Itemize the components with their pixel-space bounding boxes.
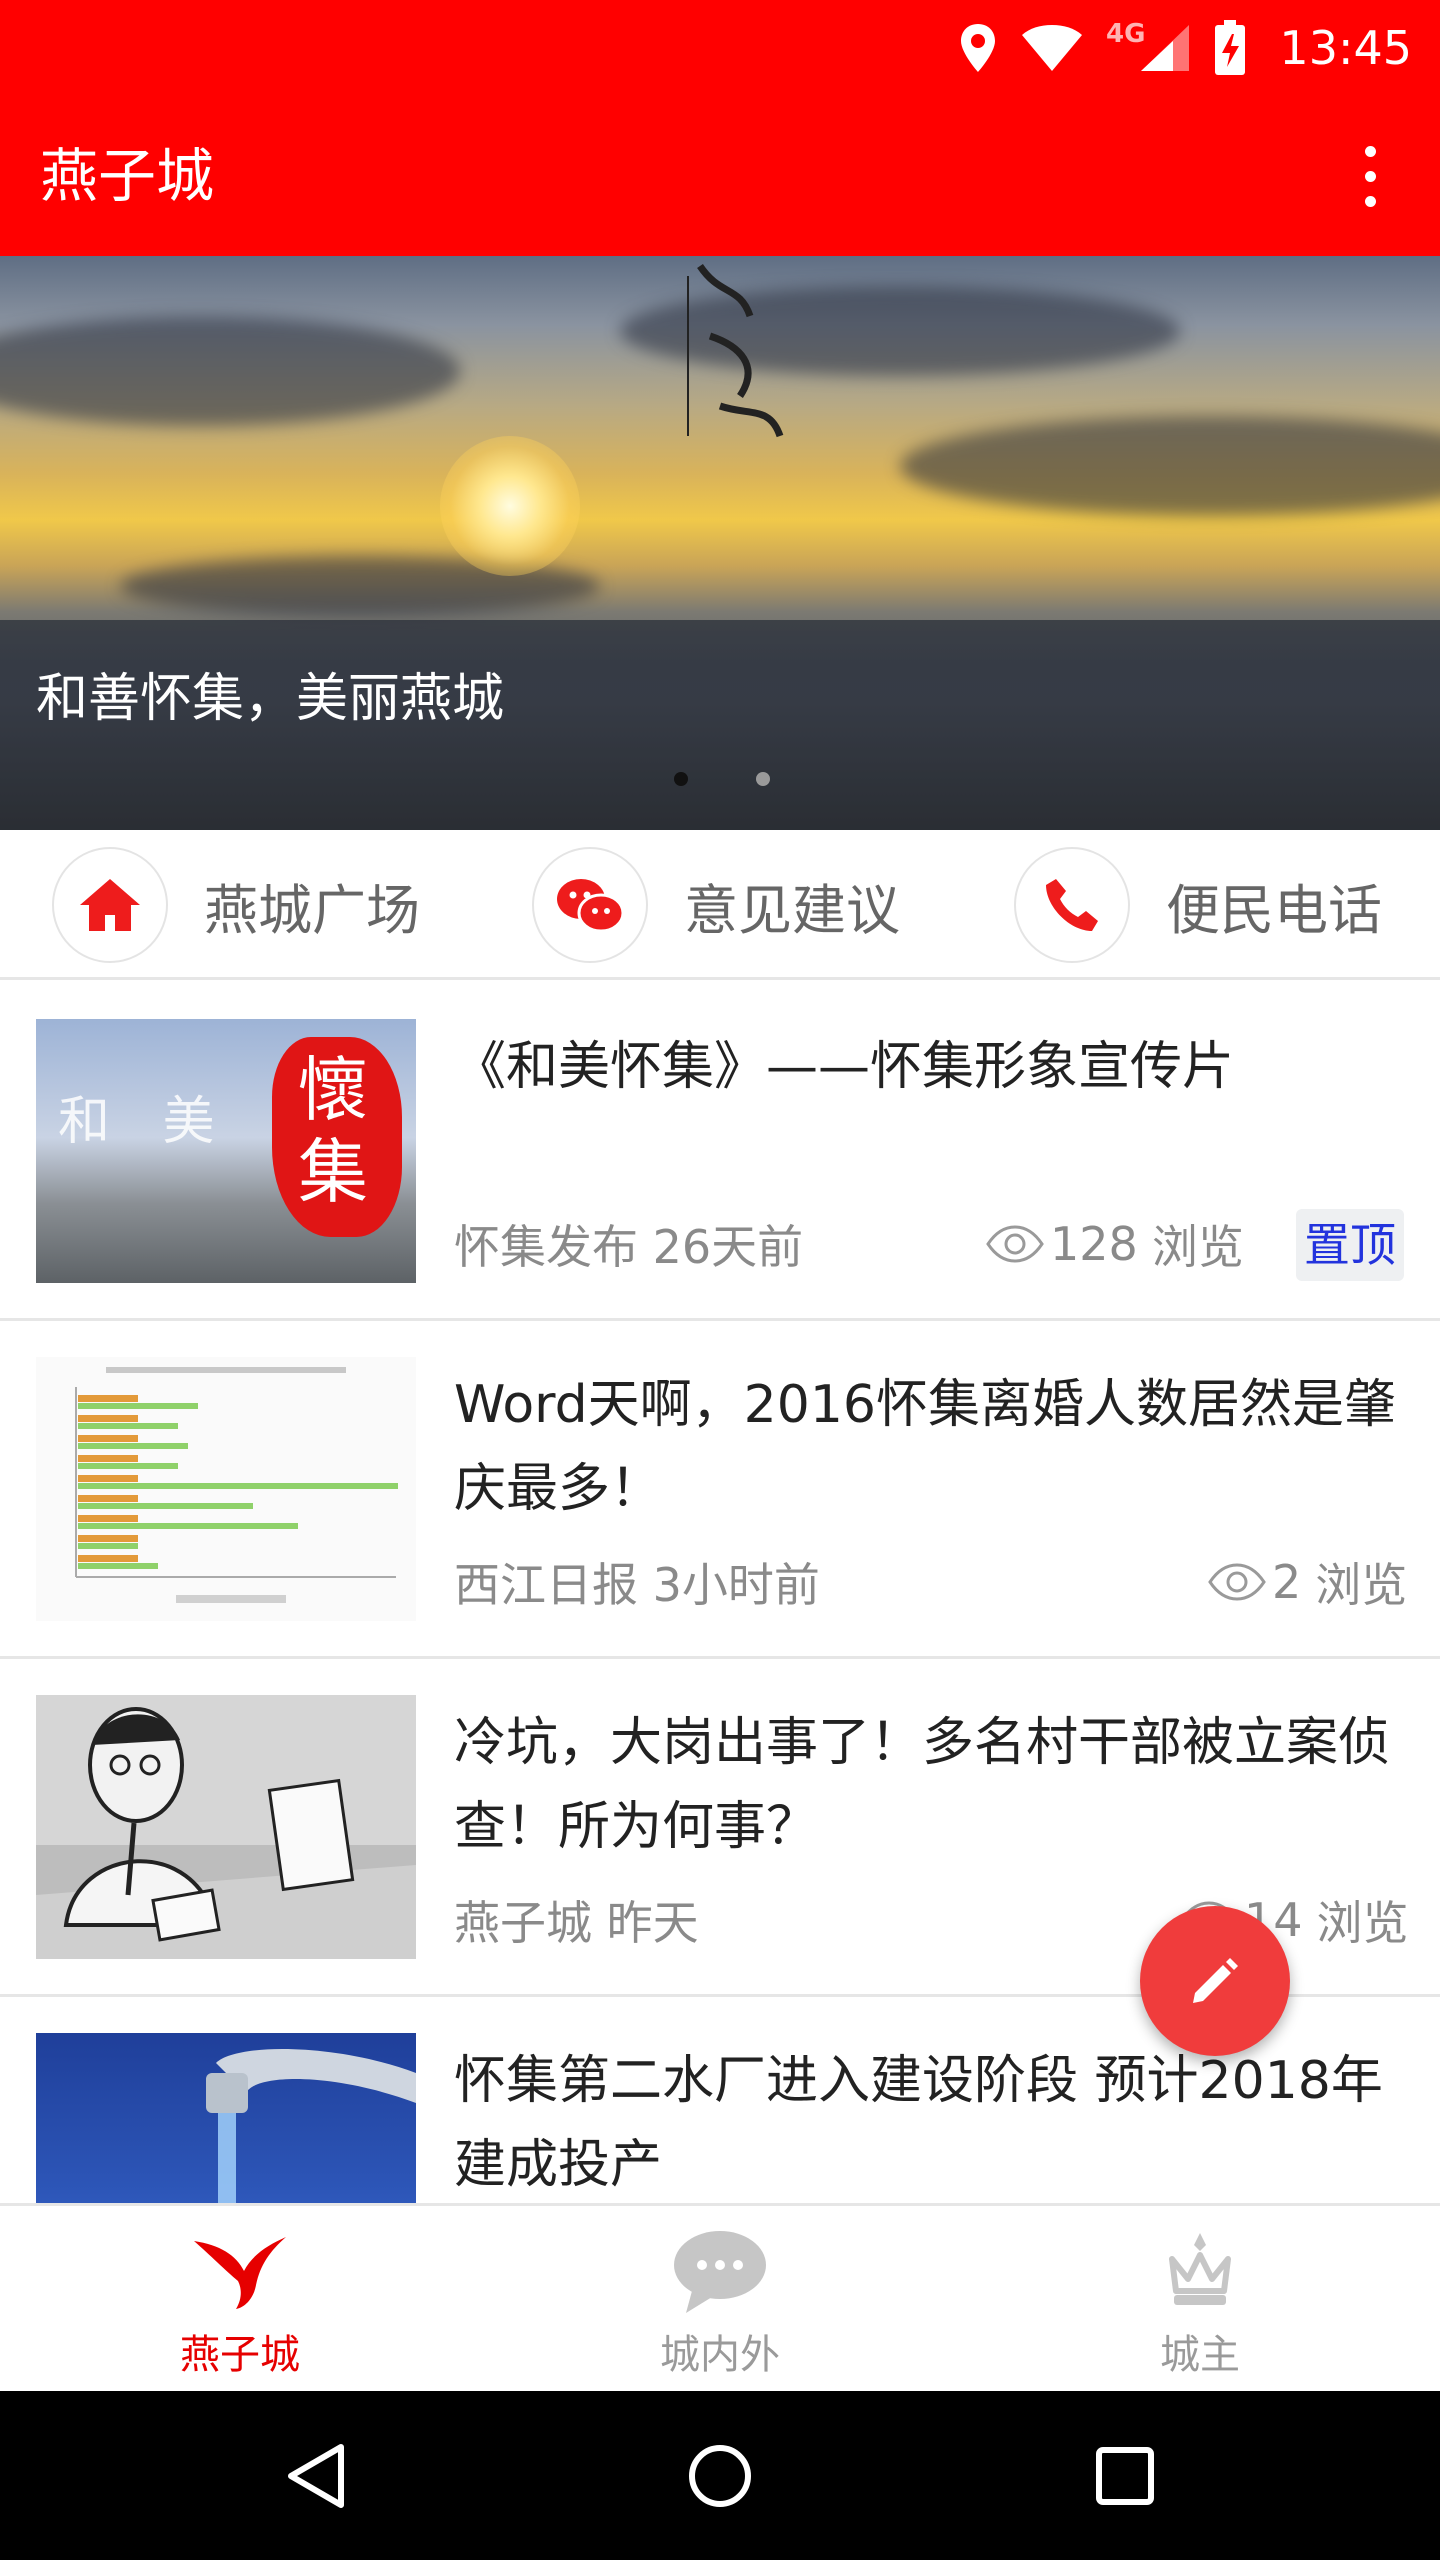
water-tap-thumbnail (206, 2049, 416, 2203)
article-meta: 西江日报 3小时前 (454, 1549, 820, 1615)
banner-caption: 和善怀集，美丽燕城 (36, 669, 505, 729)
article-time: 昨天 (606, 1896, 699, 1950)
nav-label: 城内外 (660, 2332, 780, 2378)
article-title: 冷坑，大岗出事了！多名村干部被立案侦查！所为何事？ (454, 1713, 1391, 1857)
view-suffix: 浏览 (1316, 1896, 1409, 1950)
quick-link-feedback[interactable]: 意见建议 (532, 830, 900, 980)
bar-chart-thumbnail (75, 1367, 398, 1603)
bottom-navigation: 燕子城 城内外 城主 (0, 2203, 1440, 2391)
back-icon[interactable] (272, 2433, 358, 2519)
cartoon-thumbnail (36, 1707, 416, 1959)
wechat-icon (532, 847, 648, 963)
app-bar: 燕子城 (0, 96, 1440, 256)
article-meta: 怀集发布 26天前 (454, 1211, 803, 1277)
app-title: 燕子城 (40, 142, 215, 210)
nav-tab-owner[interactable]: 城主 (960, 2206, 1440, 2394)
article-thumbnail (36, 2033, 416, 2203)
nav-label: 燕子城 (180, 2332, 300, 2378)
pinned-badge: 置顶 (1296, 1209, 1404, 1281)
article-time: 3小时前 (652, 1558, 820, 1612)
article-time: 26天前 (652, 1220, 804, 1274)
nav-tab-home[interactable]: 燕子城 (0, 2206, 480, 2394)
status-icons: 4G 13:45 (958, 0, 1412, 96)
signal-icon (1137, 23, 1191, 73)
quick-link-label: 意见建议 (684, 878, 900, 942)
home-icon (52, 847, 168, 963)
article-thumbnail (36, 1695, 416, 1959)
edit-icon (1193, 1958, 1238, 2003)
view-count: 2 (1272, 1555, 1302, 1609)
home-button-icon[interactable] (677, 2433, 763, 2519)
article-source: 怀集发布 (454, 1220, 638, 1274)
recents-icon[interactable] (1082, 2433, 1168, 2519)
article-title: 怀集第二水厂进入建设阶段 预计2018年建成投产 (454, 2051, 1383, 2195)
eye-icon (986, 1225, 1044, 1263)
phone-icon (1014, 847, 1130, 963)
nav-label: 城主 (1160, 2332, 1240, 2378)
banner-calligraphy-image (687, 263, 784, 438)
thumb-text: 和 美 (58, 1092, 233, 1152)
article-item[interactable]: 和 美 懷集 《和美怀集》——怀集形象宣传片 怀集发布 26天前 128 浏览 … (0, 983, 1440, 1321)
article-views: 2 浏览 (1208, 1549, 1407, 1615)
eye-icon (1208, 1563, 1266, 1601)
article-source: 西江日报 (454, 1558, 638, 1612)
quick-link-phone[interactable]: 便民电话 (1014, 830, 1382, 980)
swallow-icon (185, 2226, 295, 2316)
article-title: Word天啊，2016怀集离婚人数居然是肇庆最多！ (454, 1375, 1396, 1519)
article-meta: 燕子城 昨天 (454, 1887, 699, 1953)
location-icon (958, 22, 998, 74)
carousel-indicator (0, 772, 1440, 792)
clock-text: 13:45 (1279, 21, 1412, 75)
nav-tab-city[interactable]: 城内外 (480, 2206, 960, 2394)
status-bar: 4G 13:45 (0, 0, 1440, 96)
overflow-menu-icon[interactable] (1330, 136, 1410, 216)
thumb-brush-text: 懷集 (298, 1049, 368, 1213)
network-type-label: 4G (1105, 19, 1146, 49)
article-views: 128 浏览 (986, 1211, 1244, 1277)
carousel-dot[interactable] (756, 772, 770, 786)
quick-link-square[interactable]: 燕城广场 (52, 830, 420, 980)
view-count: 128 (1050, 1217, 1138, 1271)
carousel-dot-active[interactable] (674, 772, 688, 786)
system-navigation-bar (0, 2391, 1440, 2560)
view-suffix: 浏览 (1151, 1220, 1244, 1274)
wifi-icon (1020, 23, 1084, 73)
view-suffix: 浏览 (1315, 1558, 1408, 1612)
quick-link-label: 燕城广场 (204, 878, 420, 942)
quick-links-bar: 燕城广场 意见建议 便民电话 (0, 830, 1440, 980)
article-item[interactable]: Word天啊，2016怀集离婚人数居然是肇庆最多！ 西江日报 3小时前 2 浏览 (0, 1321, 1440, 1659)
chat-bubble-icon (665, 2226, 775, 2316)
article-title: 《和美怀集》——怀集形象宣传片 (454, 1037, 1235, 1097)
article-thumbnail (36, 1357, 416, 1621)
article-thumbnail: 和 美 懷集 (36, 1019, 416, 1283)
banner-sun (440, 436, 580, 576)
battery-charging-icon (1213, 20, 1247, 76)
article-source: 燕子城 (454, 1896, 592, 1950)
banner-carousel[interactable]: 和善怀集，美丽燕城 (0, 256, 1440, 830)
crown-icon (1145, 2226, 1255, 2316)
quick-link-label: 便民电话 (1166, 878, 1382, 942)
compose-fab[interactable] (1140, 1906, 1290, 2056)
